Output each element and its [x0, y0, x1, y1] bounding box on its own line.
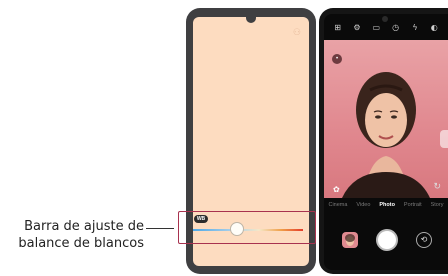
- mode-cinema[interactable]: Cinema: [328, 202, 347, 208]
- gallery-thumbnail[interactable]: [342, 232, 358, 248]
- side-panel-handle[interactable]: [440, 130, 448, 148]
- switch-camera-icon[interactable]: ⟲: [416, 232, 432, 248]
- callout-line-1: Barra de ajuste de: [24, 219, 144, 234]
- camera-mode-selector: Cinema Video Photo Portrait Story: [324, 198, 448, 212]
- white-balance-slider-thumb[interactable]: [230, 222, 244, 236]
- camera-toolbar: ⊞ ⚙ ▭ ◷ ϟ ◐: [324, 14, 448, 40]
- portrait-subject: [342, 72, 430, 198]
- screen-notch: [246, 17, 256, 23]
- flash-icon[interactable]: ϟ: [409, 22, 420, 33]
- status-icon: ⚇: [292, 27, 301, 37]
- mode-portrait[interactable]: Portrait: [404, 202, 422, 208]
- gear-icon[interactable]: ⚙: [351, 22, 362, 33]
- effects-icon[interactable]: ✿: [333, 185, 340, 194]
- rotate-icon[interactable]: ↻: [433, 181, 441, 192]
- mode-story[interactable]: Story: [431, 202, 444, 208]
- hdr-icon[interactable]: ◐: [429, 22, 440, 33]
- ratio-icon[interactable]: ▭: [371, 22, 382, 33]
- phone-right: ⊞ ⚙ ▭ ◷ ϟ ◐ • ✿ ↻ Cinema Video Photo Por…: [319, 8, 448, 274]
- camera-controls: ⟲: [324, 220, 448, 264]
- white-balance-bar: WB: [178, 211, 316, 244]
- timer-icon[interactable]: ◷: [390, 22, 401, 33]
- callout-leader-line: [146, 228, 174, 229]
- callout-line-2: balance de blancos: [18, 236, 144, 251]
- white-balance-slider-track[interactable]: [193, 229, 303, 231]
- camera-screen: ⊞ ⚙ ▭ ◷ ϟ ◐ • ✿ ↻ Cinema Video Photo Por…: [324, 14, 448, 270]
- mode-photo[interactable]: Photo: [379, 202, 395, 208]
- camera-viewfinder[interactable]: •: [324, 40, 448, 198]
- mode-video[interactable]: Video: [356, 202, 370, 208]
- settings-grid-icon[interactable]: ⊞: [332, 22, 343, 33]
- shutter-button[interactable]: [376, 229, 398, 251]
- callout-label: Barra de ajuste de balance de blancos: [4, 218, 144, 252]
- wb-badge: WB: [194, 215, 208, 223]
